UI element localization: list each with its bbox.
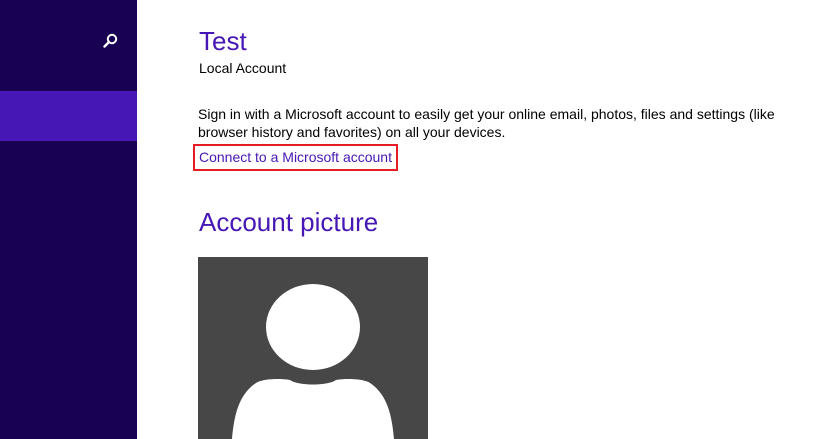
- search-icon: [103, 33, 118, 48]
- main-content: Test Local Account Sign in with a Micros…: [137, 0, 833, 439]
- search-button[interactable]: [96, 28, 124, 54]
- connect-microsoft-account-link[interactable]: Connect to a Microsoft account: [193, 144, 398, 171]
- sidebar-item-selected[interactable]: [0, 91, 137, 141]
- account-picture[interactable]: [198, 257, 428, 439]
- user-name: Test: [199, 26, 247, 56]
- sidebar: [0, 0, 137, 439]
- microsoft-account-description: Sign in with a Microsoft account to easi…: [198, 106, 775, 140]
- user-silhouette-icon: [232, 284, 394, 439]
- account-picture-heading: Account picture: [199, 207, 379, 237]
- settings-window: Test Local Account Sign in with a Micros…: [0, 0, 833, 439]
- account-type-label: Local Account: [199, 60, 287, 76]
